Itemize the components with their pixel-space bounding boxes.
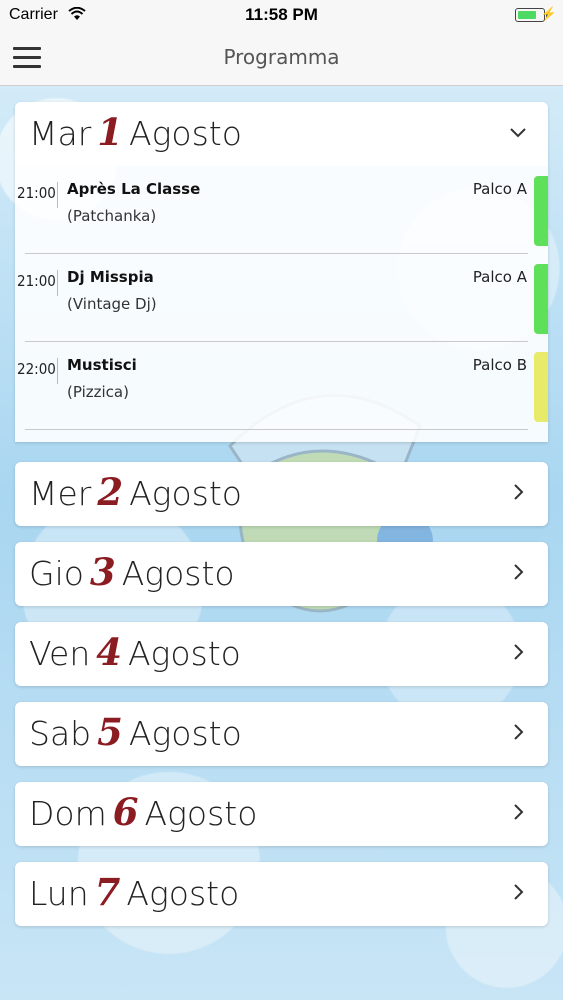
stage-color-bar (534, 176, 548, 246)
stage-color-bar (534, 352, 548, 422)
event-divider (57, 182, 58, 208)
charging-icon: ⚡ (540, 6, 557, 21)
day-title: Lun 7 Agosto (29, 870, 239, 914)
day-title: Gio 3 Agosto (29, 550, 235, 594)
event-stage: Palco A (472, 180, 527, 198)
month-label: Agosto (144, 794, 258, 833)
day-title: Sab 5 Agosto (29, 710, 242, 754)
chevron-right-icon (514, 884, 524, 900)
weekday-label: Lun (29, 874, 89, 913)
chevron-right-icon (514, 804, 524, 820)
day-title: Mer 2 Agosto (29, 470, 242, 514)
day-number: 2 (97, 470, 124, 514)
day-card[interactable]: Gio 3 Agosto (15, 542, 548, 606)
month-label: Agosto (128, 714, 242, 753)
event-separator (25, 429, 528, 430)
chevron-right-icon (514, 564, 524, 580)
event-stage: Palco B (472, 356, 527, 374)
day-number: 5 (97, 710, 123, 754)
day-number: 6 (112, 790, 139, 834)
chevron-right-icon (514, 484, 524, 500)
event-row[interactable]: 21:00 Après La Classe (Patchanka) Palco … (15, 166, 548, 254)
weekday-label: Mar (29, 114, 92, 153)
weekday-label: Sab (29, 714, 92, 753)
month-label: Agosto (129, 114, 242, 153)
weekday-label: Dom (29, 794, 107, 833)
day-title: Ven 4 Agosto (29, 630, 241, 674)
day-number: 1 (97, 110, 124, 154)
chevron-right-icon (514, 724, 524, 740)
day-header[interactable]: Mar 1 Agosto (15, 102, 548, 166)
event-genre: (Pizzica) (67, 383, 129, 401)
stage-color-bar (534, 264, 548, 334)
event-genre: (Patchanka) (67, 207, 157, 225)
weekday-label: Ven (29, 634, 91, 673)
weekday-label: Mer (29, 474, 92, 513)
page-title: Programma (223, 45, 340, 69)
month-label: Agosto (126, 874, 240, 913)
navigation-bar: Programma (0, 30, 563, 86)
day-card[interactable]: Dom 6 Agosto (15, 782, 548, 846)
event-genre: (Vintage Dj) (67, 295, 157, 313)
day-section-expanded: Mar 1 Agosto 21:00 Après La Classe (Patcha… (15, 102, 548, 442)
status-bar: Carrier 11:58 PM ⚡ (0, 0, 563, 30)
month-label: Agosto (127, 634, 241, 673)
chevron-right-icon (514, 644, 524, 660)
day-number: 7 (94, 870, 121, 914)
day-number: 4 (96, 630, 122, 674)
event-row[interactable]: 21:00 Dj Misspia (Vintage Dj) Palco A (15, 254, 548, 342)
day-title: Dom 6 Agosto (29, 790, 257, 834)
day-card[interactable]: Mer 2 Agosto (15, 462, 548, 526)
day-title: Mar 1 Agosto (29, 110, 242, 154)
month-label: Agosto (129, 474, 242, 513)
weekday-label: Gio (29, 554, 84, 593)
event-time: 22:00 (17, 360, 56, 378)
month-label: Agosto (121, 554, 235, 593)
event-time: 21:00 (17, 272, 56, 290)
event-stage: Palco A (472, 268, 527, 286)
day-number: 3 (89, 550, 116, 594)
event-divider (57, 358, 58, 384)
event-time: 21:00 (17, 184, 56, 202)
status-time: 11:58 PM (245, 5, 318, 24)
event-row[interactable]: 22:00 Mustisci (Pizzica) Palco B (15, 342, 548, 430)
event-artist: Dj Misspia (67, 268, 154, 286)
event-divider (57, 270, 58, 296)
day-card[interactable]: Ven 4 Agosto (15, 622, 548, 686)
day-card[interactable]: Lun 7 Agosto (15, 862, 548, 926)
event-artist: Mustisci (67, 356, 137, 374)
day-card[interactable]: Sab 5 Agosto (15, 702, 548, 766)
chevron-down-icon (510, 128, 526, 138)
event-artist: Après La Classe (67, 180, 201, 198)
